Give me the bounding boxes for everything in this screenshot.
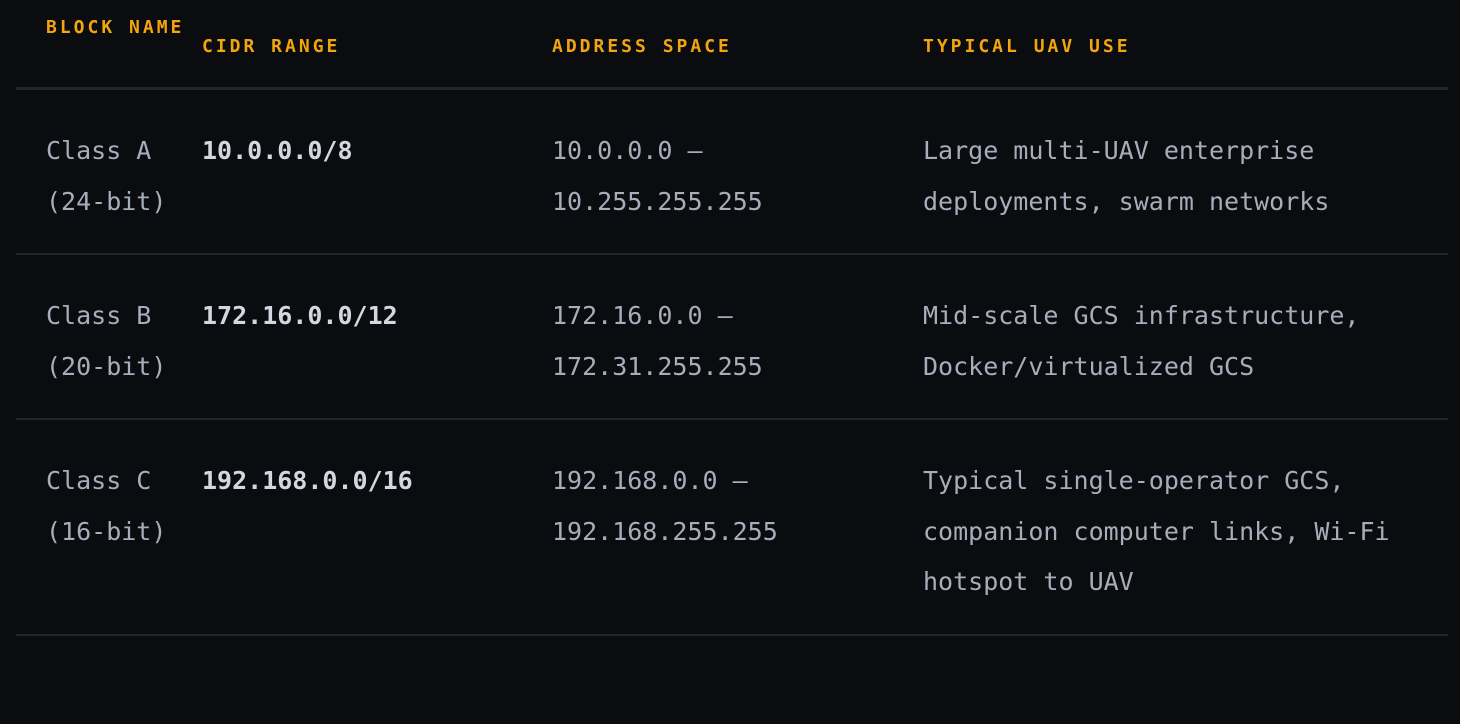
cell-cidr-range: 10.0.0.0/8: [202, 88, 506, 255]
cell-block-name: Class A (24-bit): [16, 88, 202, 255]
cell-cidr-range: 192.168.0.0/16: [202, 419, 506, 636]
table-row: Class B (20-bit) 172.16.0.0/12 172.16.0.…: [16, 254, 1448, 420]
cell-typical-uav-use: Large multi-UAV enterprise deployments, …: [877, 88, 1448, 255]
cell-block-name: Class B (20-bit): [16, 254, 202, 420]
table-row: Class A (24-bit) 10.0.0.0/8 10.0.0.0 – 1…: [16, 88, 1448, 255]
column-header-typical-uav-use: TYPICAL UAV USE: [877, 0, 1448, 90]
cell-address-space: 192.168.0.0 – 192.168.255.255: [506, 419, 877, 636]
private-ip-ranges-table-container: BLOCK NAME CIDR RANGE ADDRESS SPACE TYPI…: [0, 0, 1460, 724]
cell-typical-uav-use: Typical single-operator GCS, companion c…: [877, 419, 1448, 636]
cell-cidr-range: 172.16.0.0/12: [202, 254, 506, 420]
cell-block-name: Class C (16-bit): [16, 419, 202, 636]
table-header-row: BLOCK NAME CIDR RANGE ADDRESS SPACE TYPI…: [16, 0, 1448, 90]
private-ip-ranges-table: BLOCK NAME CIDR RANGE ADDRESS SPACE TYPI…: [16, 0, 1448, 636]
cell-address-space: 10.0.0.0 – 10.255.255.255: [506, 88, 877, 255]
column-header-cidr-range: CIDR RANGE: [202, 0, 506, 90]
table-row: Class C (16-bit) 192.168.0.0/16 192.168.…: [16, 419, 1448, 636]
column-header-block-name: BLOCK NAME: [16, 0, 202, 90]
column-header-address-space: ADDRESS SPACE: [506, 0, 877, 90]
cell-typical-uav-use: Mid-scale GCS infrastructure, Docker/vir…: [877, 254, 1448, 420]
cell-address-space: 172.16.0.0 – 172.31.255.255: [506, 254, 877, 420]
table-body: Class A (24-bit) 10.0.0.0/8 10.0.0.0 – 1…: [16, 88, 1448, 636]
table-header: BLOCK NAME CIDR RANGE ADDRESS SPACE TYPI…: [16, 0, 1448, 90]
